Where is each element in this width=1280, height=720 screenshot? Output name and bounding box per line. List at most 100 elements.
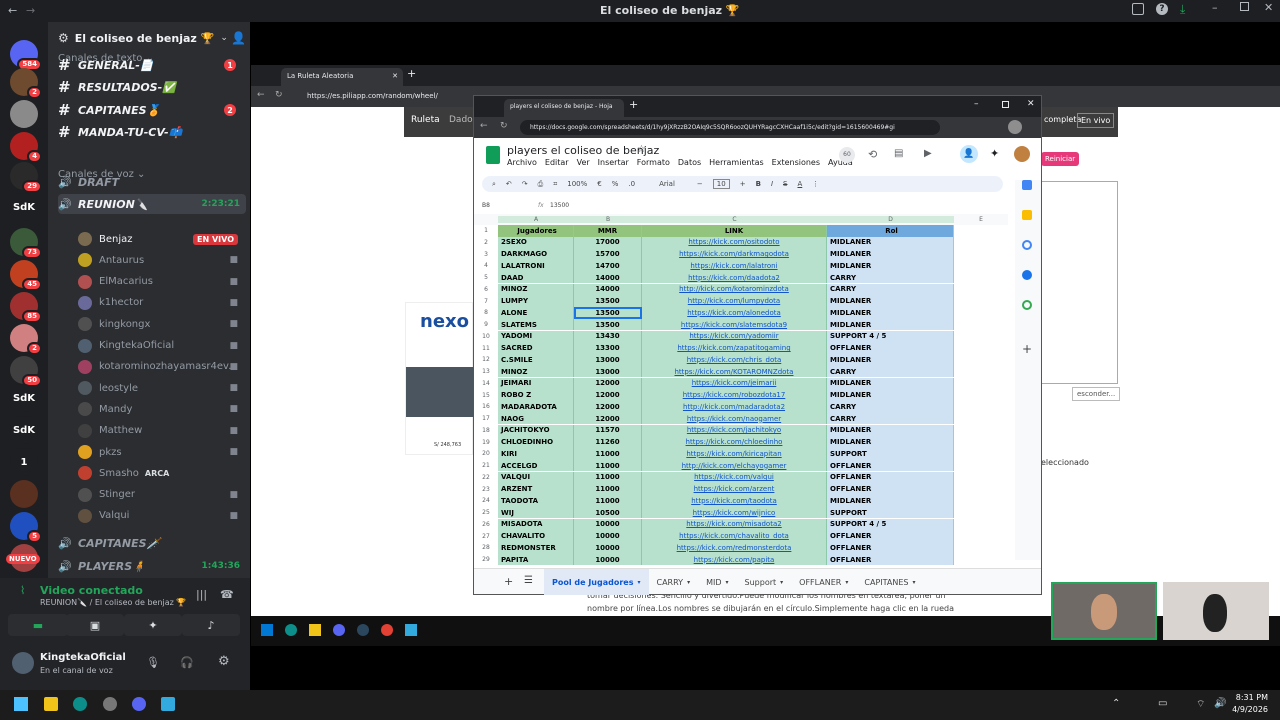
cell-rol[interactable]: MIDLANER [827, 389, 954, 401]
font-increase-icon[interactable]: + [740, 180, 746, 188]
row-number[interactable]: 6 [474, 286, 498, 293]
menu-item[interactable]: Extensiones [772, 158, 820, 167]
sheets-logo-icon[interactable] [486, 146, 500, 164]
cell-rol[interactable]: CARRY [827, 365, 954, 378]
server-icon[interactable]: 1 [10, 448, 38, 476]
cell-mmr[interactable]: 12000 [574, 377, 642, 390]
comment-icon[interactable]: ▤ [894, 148, 903, 159]
server-icon[interactable]: SdK [10, 384, 38, 412]
cell-rol[interactable]: OFFLANER [827, 459, 954, 472]
cell-jugador[interactable]: KIRI [498, 448, 574, 460]
cell-jugador[interactable]: JEIMARI [498, 377, 574, 390]
voice-user[interactable]: Stinger ■ [78, 485, 242, 505]
voice-user[interactable]: KingtekaOficial ■ [78, 336, 242, 356]
webcam-1[interactable] [1051, 582, 1157, 640]
cell-mmr[interactable]: 13500 [574, 318, 642, 331]
sheets-url[interactable]: https://docs.google.com/spreadsheets/d/1… [520, 120, 940, 135]
server-icon[interactable]: 584 [10, 40, 42, 71]
row-number[interactable]: 7 [474, 298, 498, 305]
cell-jugador[interactable]: JACHITOKYO [498, 424, 574, 437]
percent-icon[interactable]: % [612, 180, 619, 188]
header-mmr[interactable]: MMR [574, 225, 642, 237]
star-icon[interactable]: ☆ [637, 144, 646, 155]
live-button[interactable]: En vivo [1077, 113, 1115, 128]
cell-link[interactable]: https://kick.com/misadota2 [642, 518, 827, 531]
paint-format-icon[interactable]: ⌗ [553, 180, 557, 189]
back-icon[interactable]: ← [257, 90, 265, 100]
server-icon[interactable]: 29 [10, 162, 42, 193]
new-tab-icon[interactable]: + [629, 98, 638, 111]
voice-user[interactable]: ElMacarius ■ [78, 272, 242, 292]
cell-jugador[interactable]: NAOG [498, 412, 574, 425]
row-number[interactable]: 18 [474, 427, 498, 434]
sheet-tab[interactable]: Pool de Jugadores ▾ [544, 569, 649, 595]
cell-rol[interactable]: SUPPORT 4 / 5 [827, 518, 954, 531]
cell-jugador[interactable]: YADOMI [498, 330, 574, 343]
row-number[interactable]: 11 [474, 345, 498, 352]
voice-user[interactable]: kotarominozhayamasr4ev... ■ [78, 357, 242, 377]
cell-rol[interactable]: CARRY [827, 271, 954, 284]
cell-mmr[interactable]: 11000 [574, 495, 642, 507]
cell-mmr[interactable]: 14700 [574, 260, 642, 272]
cell-jugador[interactable]: SACRED [498, 342, 574, 354]
text-color-icon[interactable]: A [797, 180, 802, 188]
header-rol[interactable]: Rol [827, 225, 954, 237]
server-icon[interactable]: 2 [10, 68, 42, 99]
voice-channel[interactable]: 🔊 DRAFT [58, 172, 246, 192]
activities-button[interactable]: ✦ [124, 614, 182, 636]
row-number[interactable]: 14 [474, 380, 498, 387]
webcam-2[interactable] [1163, 582, 1269, 640]
row-number[interactable]: 22 [474, 474, 498, 481]
cell-jugador[interactable]: ROBO Z [498, 389, 574, 401]
camera-button[interactable]: ▬ [8, 614, 68, 636]
mic-icon[interactable]: 🎙 [146, 656, 160, 669]
voice-user[interactable]: Antaurus ■ [78, 250, 242, 270]
screen-share-button[interactable]: ▣ [66, 614, 124, 636]
clock-time[interactable]: 8:31 PM [1232, 693, 1268, 702]
cell-jugador[interactable]: PAPITA [498, 553, 574, 566]
maps-icon[interactable] [1022, 300, 1032, 310]
headset-icon[interactable]: 🎧 [180, 656, 194, 669]
cell-link[interactable]: https://kick.com/alonedota [642, 307, 827, 319]
back-icon[interactable]: ← [8, 4, 17, 17]
row-number[interactable]: 20 [474, 450, 498, 457]
cell-rol[interactable]: OFFLANER [827, 342, 954, 354]
user-avatar[interactable] [12, 652, 34, 674]
clock-date[interactable]: 4/9/2026 [1232, 705, 1268, 714]
text-channel[interactable]: # GENERAL-📄 1 [58, 55, 246, 75]
cell-mmr[interactable]: 15700 [574, 248, 642, 260]
cell-jugador[interactable]: WIJ [498, 506, 574, 519]
cell-jugador[interactable]: ARZENT [498, 483, 574, 495]
cell-link[interactable]: https://kick.com/chavalito_dota [642, 530, 827, 542]
cell-link[interactable]: https://kick.com/valqui [642, 471, 827, 484]
cell-link[interactable]: http://kick.com/kotarominzdota [642, 283, 827, 296]
cell-mmr[interactable]: 10000 [574, 542, 642, 554]
tab-close-icon[interactable]: ✕ [392, 72, 398, 80]
cell-jugador[interactable]: MADARADOTA [498, 401, 574, 413]
sheet-tab[interactable]: CAPITANES ▾ [856, 569, 923, 595]
row-number[interactable]: 27 [474, 533, 498, 540]
cell-rol[interactable]: MIDLANER [827, 248, 954, 260]
cell-jugador[interactable]: ACCELGD [498, 459, 574, 472]
voice-user[interactable]: Matthew ■ [78, 421, 242, 441]
cell-rol[interactable]: OFFLANER [827, 471, 954, 484]
cell-rol[interactable]: MIDLANER [827, 377, 954, 390]
cell-link[interactable]: https://kick.com/jachitokyo [642, 424, 827, 437]
app-icon[interactable] [103, 697, 117, 711]
history-icon[interactable]: ⟲ [868, 148, 877, 161]
new-tab-icon[interactable]: + [407, 67, 416, 80]
cell-mmr[interactable]: 14000 [574, 283, 642, 296]
row-number[interactable]: 3 [474, 251, 498, 258]
server-icon[interactable]: 2 [10, 324, 42, 355]
volume-icon[interactable]: 🔊 [1214, 698, 1226, 709]
server-icon[interactable]: SdK [10, 193, 38, 221]
minimize-icon[interactable]: – [974, 99, 979, 109]
server-header[interactable]: ⚙ El coliseo de benjaz 🏆 ⌄ 👤 [58, 30, 248, 46]
reset-button[interactable]: Reiniciar [1041, 152, 1080, 166]
inbox-icon[interactable] [1132, 3, 1144, 15]
cell-mmr[interactable]: 11000 [574, 459, 642, 472]
currency-icon[interactable]: € [597, 180, 601, 188]
voice-user[interactable]: Valqui ■ [78, 506, 242, 526]
cell-mmr[interactable]: 11570 [574, 424, 642, 437]
discord-icon[interactable] [132, 697, 146, 711]
